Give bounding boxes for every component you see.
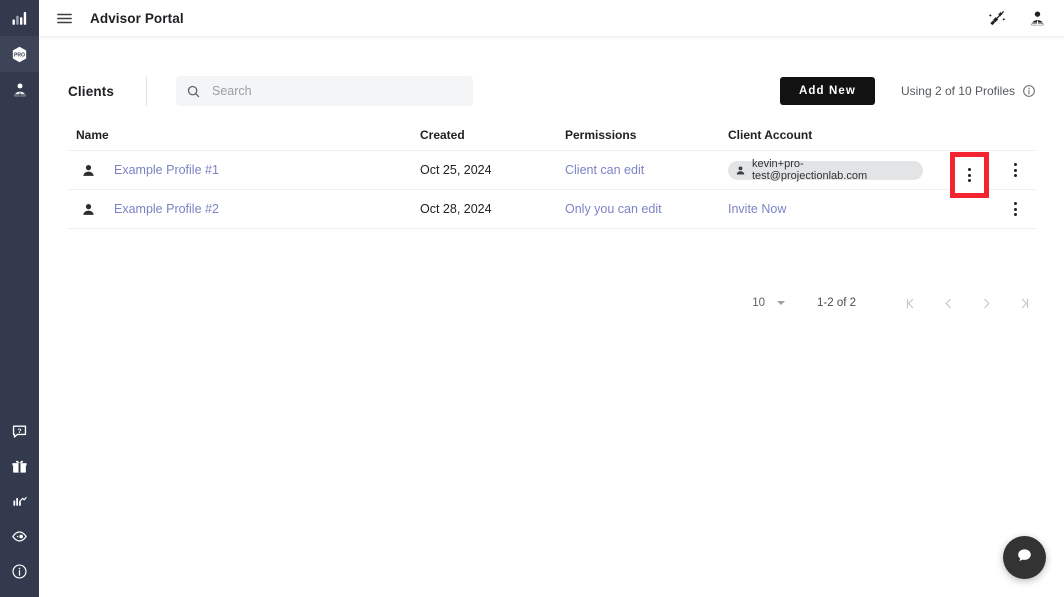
person-icon bbox=[76, 202, 101, 217]
section-title: Clients bbox=[68, 84, 140, 99]
clients-page: Clients Add New Using 2 of 10 Profiles bbox=[39, 36, 1064, 597]
advisor-portal-app: PRO ? bbox=[0, 0, 1064, 597]
rail-item-advisor[interactable] bbox=[0, 72, 39, 108]
annotation-highlight-box bbox=[950, 152, 989, 198]
gift-icon bbox=[11, 458, 28, 475]
bar-chart-icon bbox=[11, 9, 29, 27]
previous-page-icon[interactable] bbox=[936, 291, 960, 315]
rail-item-pro[interactable]: PRO bbox=[0, 36, 39, 72]
column-header-name: Name bbox=[68, 128, 420, 142]
help-chat-icon: ? bbox=[11, 423, 28, 440]
kebab-menu-icon[interactable] bbox=[968, 168, 971, 182]
client-account-chip[interactable]: kevin+pro-test@projectionlab.com bbox=[728, 161, 923, 180]
column-header-created: Created bbox=[420, 128, 565, 142]
chevron-down-icon bbox=[777, 301, 785, 305]
cell-name: Example Profile #2 bbox=[68, 202, 420, 217]
profiles-usage-label: Using 2 of 10 Profiles bbox=[901, 84, 1015, 98]
eye-icon bbox=[11, 528, 28, 545]
chat-bubble-icon bbox=[1016, 547, 1033, 569]
rail-item-preview[interactable] bbox=[0, 519, 39, 554]
page-title: Advisor Portal bbox=[90, 11, 184, 26]
table-row[interactable]: Example Profile #2 Oct 28, 2024 Only you… bbox=[68, 190, 1036, 229]
toolbar-right-actions: Add New Using 2 of 10 Profiles bbox=[780, 77, 1036, 105]
add-new-button[interactable]: Add New bbox=[780, 77, 875, 105]
chat-support-button[interactable] bbox=[1003, 536, 1046, 579]
pro-badge-icon: PRO bbox=[10, 45, 29, 64]
rail-bottom-group: ? bbox=[0, 414, 39, 597]
account-advisor-icon[interactable] bbox=[1024, 5, 1050, 31]
profiles-usage: Using 2 of 10 Profiles bbox=[901, 84, 1036, 98]
rail-item-insights[interactable] bbox=[0, 484, 39, 519]
magic-wand-icon[interactable] bbox=[984, 5, 1010, 31]
rail-item-about[interactable] bbox=[0, 554, 39, 589]
cell-client-account: kevin+pro-test@projectionlab.com bbox=[728, 161, 978, 180]
cell-permissions: Only you can edit bbox=[565, 200, 728, 218]
column-header-client-account: Client Account bbox=[728, 128, 978, 142]
cell-created: Oct 25, 2024 bbox=[420, 163, 565, 177]
cell-client-account: Invite Now bbox=[728, 202, 978, 216]
column-header-permissions: Permissions bbox=[565, 128, 728, 142]
client-account-email: kevin+pro-test@projectionlab.com bbox=[752, 158, 914, 182]
pagination-range-label: 1-2 of 2 bbox=[817, 297, 856, 309]
profile-name-link[interactable]: Example Profile #1 bbox=[114, 163, 219, 177]
search-input[interactable] bbox=[212, 84, 452, 98]
rows-per-page-select[interactable]: 10 bbox=[752, 297, 785, 309]
cell-actions bbox=[978, 194, 1036, 224]
kebab-menu-icon[interactable] bbox=[1002, 194, 1028, 224]
info-circle-icon bbox=[11, 563, 28, 580]
clients-table: Name Created Permissions Client Account … bbox=[68, 120, 1036, 229]
rail-item-gifts[interactable] bbox=[0, 449, 39, 484]
top-bar-actions bbox=[984, 5, 1064, 31]
application-top-bar: Advisor Portal bbox=[39, 0, 1064, 36]
search-icon bbox=[186, 84, 201, 99]
last-page-icon[interactable] bbox=[1012, 291, 1036, 315]
kebab-menu-icon[interactable] bbox=[1002, 155, 1028, 185]
table-pagination: 10 1-2 of 2 bbox=[599, 288, 1036, 318]
hamburger-menu-icon[interactable] bbox=[47, 1, 81, 35]
left-navigation-rail: PRO ? bbox=[0, 0, 39, 597]
rail-item-bar-chart[interactable] bbox=[0, 0, 39, 36]
svg-text:?: ? bbox=[17, 428, 21, 435]
permissions-link[interactable]: Client can edit bbox=[565, 163, 644, 177]
profile-name-link[interactable]: Example Profile #2 bbox=[114, 202, 219, 216]
table-header-row: Name Created Permissions Client Account bbox=[68, 120, 1036, 151]
toolbar-divider bbox=[146, 76, 147, 106]
invite-now-link[interactable]: Invite Now bbox=[728, 202, 786, 216]
cell-permissions: Client can edit bbox=[565, 161, 728, 179]
cell-created: Oct 28, 2024 bbox=[420, 202, 565, 216]
person-icon bbox=[735, 165, 746, 176]
person-icon bbox=[76, 163, 101, 178]
next-page-icon[interactable] bbox=[974, 291, 998, 315]
cell-name: Example Profile #1 bbox=[68, 163, 420, 178]
info-circle-icon[interactable] bbox=[1022, 84, 1036, 98]
permissions-link[interactable]: Only you can edit bbox=[565, 202, 662, 216]
pagination-buttons bbox=[898, 291, 1036, 315]
rail-item-help[interactable]: ? bbox=[0, 414, 39, 449]
first-page-icon[interactable] bbox=[898, 291, 922, 315]
trend-chart-icon bbox=[11, 493, 28, 510]
svg-text:PRO: PRO bbox=[14, 52, 25, 58]
rows-per-page-value: 10 bbox=[752, 297, 765, 309]
search-box[interactable] bbox=[176, 76, 473, 106]
advisor-person-icon bbox=[11, 81, 29, 99]
table-row[interactable]: Example Profile #1 Oct 25, 2024 Client c… bbox=[68, 151, 1036, 190]
clients-toolbar: Clients Add New Using 2 of 10 Profiles bbox=[68, 72, 1036, 110]
